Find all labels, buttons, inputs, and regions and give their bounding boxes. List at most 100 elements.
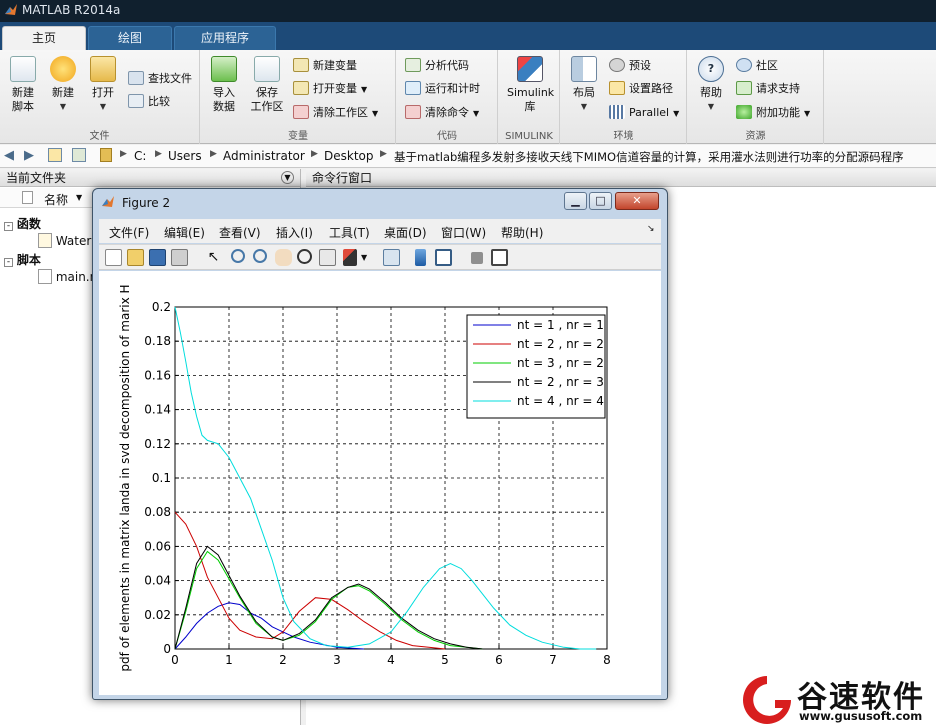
request-support-icon [736,81,752,95]
link-plot-icon[interactable] [383,249,400,266]
script-file-item[interactable]: main.n [38,269,97,284]
menu-desktop[interactable]: 桌面(D) [384,224,427,241]
tab-plots[interactable]: 绘图 [88,26,172,50]
ribbon-group-environment: 布局 ▼ 预设 设置路径 Parallel ▼ 环境 [561,50,687,144]
set-path-button[interactable]: 设置路径 [609,80,673,98]
collapse-icon[interactable]: - [4,258,13,267]
group-label-code: 代码 [437,131,457,142]
matlab-logo-icon [5,4,17,15]
y-axis-label: pdf of elements in matrix landa in svd d… [118,284,132,671]
menu-help[interactable]: 帮助(H) [501,224,543,241]
menu-tools[interactable]: 工具(T) [329,224,370,241]
analyze-code-button[interactable]: 分析代码 [405,57,469,75]
find-files-label: 查找文件 [148,72,192,85]
pointer-icon[interactable]: ↖ [205,249,222,266]
print-icon[interactable] [171,249,188,266]
path-segment-drive[interactable]: C: [134,149,146,163]
help-button[interactable]: ? 帮助 ▼ [690,56,732,114]
layout-label: 布局 [573,86,595,99]
zoom-in-icon[interactable] [231,249,245,263]
simulink-library-button[interactable]: Simulink 库 [507,56,554,114]
layout-button[interactable]: 布局 ▼ [563,56,605,114]
request-support-button[interactable]: 请求支持 [736,80,800,98]
dock-arrow-icon[interactable]: ↘ [647,224,655,234]
community-button[interactable]: 社区 [736,57,778,75]
colorbar-icon[interactable] [415,249,426,266]
preferences-button[interactable]: 预设 [609,57,651,75]
run-and-time-button[interactable]: 运行和计时 [405,80,480,98]
add-ons-button[interactable]: 附加功能 ▼ [736,104,810,122]
menu-insert[interactable]: 插入(I) [276,224,313,241]
path-segment-users[interactable]: Users [168,149,202,163]
simulink-label-2: 库 [524,100,536,113]
file-type-column-icon [22,191,33,204]
find-files-icon [128,71,144,85]
legend-icon[interactable] [435,249,452,266]
group-label-file: 文件 [89,131,110,142]
browse-folder-icon[interactable] [72,148,86,162]
forward-icon[interactable]: ▶ [24,148,34,163]
clear-commands-dropdown-icon: ▼ [473,109,480,118]
figure-title-bar[interactable]: Figure 2 ▁ □ ✕ [93,189,667,215]
new-figure-icon[interactable] [105,249,122,266]
up-folder-icon[interactable] [48,148,62,162]
brush-dropdown-icon[interactable]: ▼ [361,249,370,266]
compare-button[interactable]: 比较 [128,93,170,111]
menu-view[interactable]: 查看(V) [219,224,261,241]
open-button[interactable]: 打开 ▼ [82,56,124,114]
legend-entry: nt = 4 , nr = 4 [517,394,604,408]
function-file-name: Water [55,234,92,248]
scripts-group[interactable]: - 脚本 [4,251,41,268]
open-file-icon[interactable] [127,249,144,266]
path-segment-project-folder[interactable]: 基于matlab编程多发射多接收天线下MIMO信道容量的计算，采用灌水法则进行功… [394,149,904,165]
analyze-code-icon [405,58,421,72]
panel-menu-icon[interactable]: ▼ [281,171,294,184]
hide-plot-tools-icon[interactable] [471,252,483,264]
new-script-button[interactable]: 新建 脚本 [2,56,44,114]
new-variable-button[interactable]: 新建变量 [293,57,357,75]
minimize-button[interactable]: ▁ [564,192,587,210]
close-button[interactable]: ✕ [615,192,659,210]
collapse-icon[interactable]: - [4,222,13,231]
clear-commands-button[interactable]: 清除命令 ▼ [405,104,479,122]
menu-edit[interactable]: 编辑(E) [164,224,205,241]
pan-hand-icon[interactable] [275,249,292,266]
new-button[interactable]: 新建 ▼ [42,56,84,114]
tab-home[interactable]: 主页 [2,26,86,50]
function-file-item[interactable]: Water [38,233,91,248]
brush-icon[interactable] [343,249,357,266]
run-and-time-label: 运行和计时 [425,82,480,95]
open-dropdown-icon: ▼ [99,102,107,111]
find-files-button[interactable]: 查找文件 [128,70,192,88]
set-path-icon [609,81,625,95]
back-icon[interactable]: ◀ [4,148,14,163]
menu-file[interactable]: 文件(F) [109,224,149,241]
path-segment-desktop[interactable]: Desktop [324,149,374,163]
path-segment-administrator[interactable]: Administrator [223,149,305,163]
maximize-button[interactable]: □ [589,192,612,210]
menu-window[interactable]: 窗口(W) [441,224,486,241]
data-cursor-icon[interactable] [319,249,336,266]
name-column-header[interactable]: 名称 [44,191,68,208]
watermark-logo: 谷速软件 www.gususoft.com [735,672,936,725]
clear-workspace-dropdown-icon: ▼ [372,109,379,118]
new-script-icon [10,56,36,82]
current-folder-title: 当前文件夹 [6,171,67,185]
open-label: 打开 [92,86,114,99]
ribbon-group-resources: ? 帮助 ▼ 社区 请求支持 附加功能 ▼ 资源 [688,50,824,144]
group-label-simulink: SIMULINK [505,131,553,142]
tab-apps[interactable]: 应用程序 [174,26,276,50]
parallel-button[interactable]: Parallel ▼ [609,104,679,122]
save-icon[interactable] [149,249,166,266]
show-plot-tools-icon[interactable] [491,249,508,266]
layout-icon [571,56,597,82]
zoom-out-icon[interactable] [253,249,267,263]
save-workspace-button[interactable]: 保存 工作区 [245,56,289,114]
current-folder-address-bar: ◀ ▶ ▶ C: ▶ Users ▶ Administrator ▶ Deskt… [0,145,936,168]
open-variable-button[interactable]: 打开变量 ▼ [293,80,367,98]
sort-dropdown-icon[interactable]: ▼ [76,193,82,202]
clear-workspace-button[interactable]: 清除工作区 ▼ [293,104,378,122]
import-data-button[interactable]: 导入 数据 [203,56,245,114]
rotate-3d-icon[interactable] [297,249,312,264]
functions-group[interactable]: - 函数 [4,215,41,232]
